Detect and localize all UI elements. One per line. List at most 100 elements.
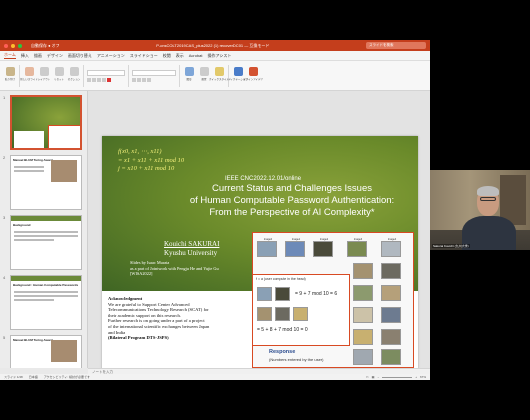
layout-button[interactable]: レイアウト: [38, 66, 50, 85]
ribbon-tabs: ホーム 挿入 描画 デザイン 画面切り替え アニメーション スライドショー 校閲…: [0, 51, 430, 61]
ribbon-divider: [19, 64, 20, 87]
tab-transitions[interactable]: 画面切り替え: [68, 53, 92, 59]
align-center-icon[interactable]: [137, 77, 141, 82]
zoom-controls: ▭ ▦ − + 67%: [366, 375, 426, 379]
response-caption: (Numbers entered by the user): [269, 357, 324, 362]
clipboard-icon: [5, 66, 15, 76]
tab-design[interactable]: デザイン: [47, 53, 63, 59]
reset-button[interactable]: リセット: [53, 66, 65, 85]
language-indicator[interactable]: 日本語: [29, 375, 38, 379]
tab-acrobat[interactable]: Acrobat: [189, 53, 203, 58]
accessibility-status[interactable]: アクセシビリティ: 検討が必要です: [44, 375, 90, 379]
notes-toggle-icon[interactable]: ▭: [366, 375, 369, 379]
image-cell: [353, 285, 373, 301]
bold-icon[interactable]: [87, 77, 91, 82]
dictate-button[interactable]: ディクテーション: [228, 66, 248, 85]
maximize-window-button[interactable]: [18, 43, 22, 48]
zoom-level[interactable]: 67%: [420, 375, 426, 379]
paragraph-controls[interactable]: [132, 69, 176, 76]
italic-icon[interactable]: [92, 77, 96, 82]
zoom-slider[interactable]: [382, 376, 413, 378]
underline-icon[interactable]: [97, 77, 101, 82]
quick-styles-button[interactable]: クイックスタイル: [209, 66, 229, 85]
thumbnail-image: Manuel BLUM Turing Award: [10, 155, 82, 210]
align-left-icon[interactable]: [132, 77, 136, 82]
arrange-label: 配置: [201, 77, 207, 81]
thumbnail-number: 2: [3, 155, 6, 160]
new-slide-label: 新しいスライド: [20, 77, 38, 81]
powerpoint-window: 自動保存 ● オフ P-cnsCOLT2019CAS_plus2022 (1) …: [0, 40, 430, 380]
shapes-label: 図形: [186, 77, 192, 81]
image-cell: [257, 307, 272, 321]
current-slide[interactable]: f(x0, x1, ⋯, x11) = x1 + x11 + x11 mod 1…: [102, 136, 418, 372]
document-title: P-cnsCOLT2019CAS_plus2022 (1) recoverDC0…: [156, 42, 270, 48]
presenter-glasses: [480, 197, 496, 201]
image-cell: [381, 307, 401, 323]
tab-review[interactable]: 校閲: [163, 53, 171, 59]
image-cell: Image2: [313, 238, 333, 257]
slide-title[interactable]: Current Status and Challenges Issues of …: [172, 183, 412, 219]
zoom-in-icon[interactable]: +: [415, 375, 417, 379]
equation-line: = 9 + 7 mod 10 = 6: [295, 291, 338, 297]
image-cell: Image0: [257, 238, 277, 257]
author-block[interactable]: Kouichi SAKURAI Kyushu University: [164, 240, 219, 257]
font-color-icon[interactable]: [107, 77, 111, 82]
minimize-window-button[interactable]: [11, 43, 15, 48]
image-cell: [353, 307, 373, 323]
equation-line: = 5 + 8 + 7 mod 10 = 0: [257, 327, 308, 333]
tab-slideshow[interactable]: スライドショー: [130, 53, 158, 59]
thumbnail-grid: [48, 125, 80, 148]
tab-tell-me[interactable]: 操作アシスト: [208, 53, 232, 59]
zoom-out-icon[interactable]: −: [377, 375, 379, 379]
tab-insert[interactable]: 挿入: [21, 53, 29, 59]
font-name-select[interactable]: [87, 69, 125, 76]
format-row: [87, 77, 125, 82]
response-label: Response: [269, 349, 296, 355]
ribbon-divider: [128, 64, 129, 87]
search-box[interactable]: スライドを検索: [366, 42, 426, 49]
tab-draw[interactable]: 描画: [34, 53, 42, 59]
justify-icon[interactable]: [147, 77, 151, 82]
tab-home[interactable]: ホーム: [4, 52, 16, 59]
thumbnail-title: Background: [13, 223, 31, 227]
status-bar: スライド 1/48 日本語 アクセシビリティ: 検討が必要です ▭ ▦ − + …: [0, 374, 430, 380]
paste-label: 貼り付け: [4, 77, 15, 81]
arrange-button[interactable]: 配置: [198, 66, 210, 85]
strike-icon[interactable]: [102, 77, 106, 82]
tab-animations[interactable]: アニメーション: [97, 53, 125, 59]
paste-button[interactable]: 貼り付け: [4, 66, 16, 85]
shapes-button[interactable]: 図形: [183, 66, 195, 85]
thumbnail-line: [14, 239, 54, 241]
autosave-toggle[interactable]: 自動保存 ● オフ: [31, 43, 60, 49]
section-label: セクション: [67, 77, 81, 81]
conference-label[interactable]: IEEE CNC2022.12.01/online: [225, 176, 301, 182]
image-cell: [353, 329, 373, 345]
quick-styles-icon: [214, 66, 224, 76]
tab-view[interactable]: 表示: [176, 53, 184, 59]
image-caption: Image4: [387, 238, 397, 241]
new-slide-button[interactable]: 新しいスライド: [20, 66, 38, 85]
section-button[interactable]: セクション: [67, 66, 81, 85]
slide-title-line: Current Status and Challenges Issues: [211, 183, 372, 194]
design-ideas-button[interactable]: デザインアイデア: [243, 66, 263, 85]
thumbnail-line: [14, 295, 78, 297]
thumbnail-number: 1: [3, 95, 6, 100]
design-ideas-label: デザインアイデア: [243, 77, 263, 81]
presenter-body: [462, 216, 516, 250]
webcam-video: Sakurai Kouichi (九州大学): [430, 170, 530, 250]
ribbon: 貼り付け 新しいスライド レイアウト リセット セクション 図形 配置 クイック…: [0, 61, 430, 91]
image-cell: [353, 263, 373, 279]
thumbnail-number: 3: [3, 215, 6, 220]
slides-by-credit[interactable]: Slides by Isaac Murata as a part of Join…: [130, 260, 219, 277]
close-window-button[interactable]: [4, 43, 8, 48]
image-cell: [381, 329, 401, 345]
calculation-box[interactable]: f = a (user compute in the head) = 9 + 7…: [252, 274, 350, 346]
participant-name: Sakurai Kouichi (九州大学): [432, 244, 470, 248]
formula-text[interactable]: f(x0, x1, ⋯, x11) = x1 + x11 + x11 mod 1…: [118, 148, 184, 174]
align-right-icon[interactable]: [142, 77, 146, 82]
thumbnail-title: Background : Human Computable Passwords: [13, 283, 79, 287]
thumbnail-number: 5: [3, 335, 6, 340]
thumbnail-photo: [51, 340, 77, 362]
normal-view-icon[interactable]: ▦: [372, 375, 375, 379]
acknowledgment-block[interactable]: Acknowledgment We are grateful to Suppor…: [108, 296, 248, 341]
